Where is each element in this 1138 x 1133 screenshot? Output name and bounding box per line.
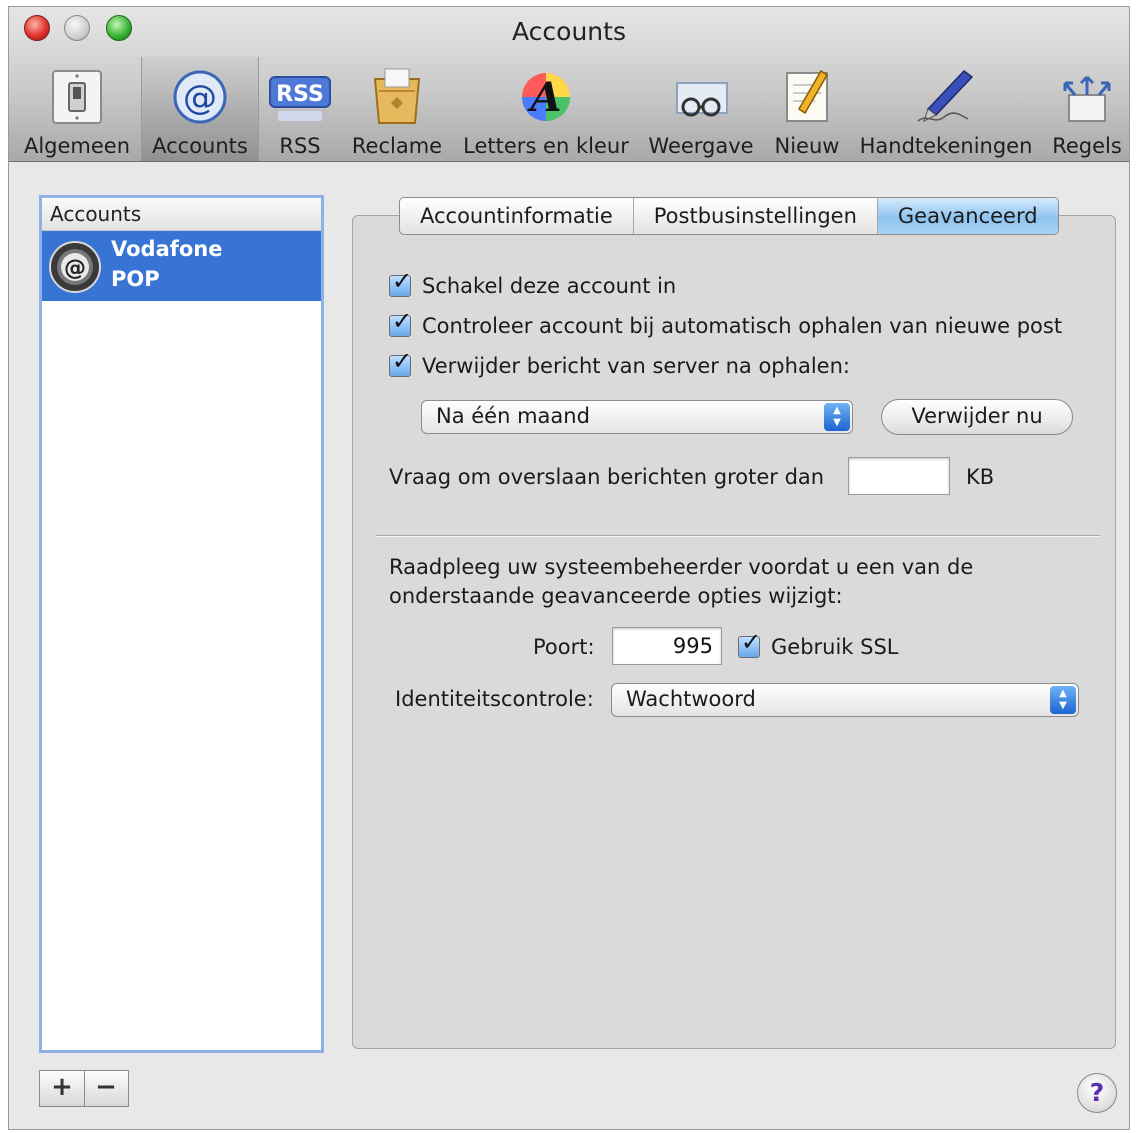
fonts-colors-icon-text: A <box>526 74 561 121</box>
skip-large-size-field[interactable] <box>848 457 950 495</box>
delete-after-select[interactable]: Na één maand ▲ ▼ <box>421 400 853 434</box>
accounts-list[interactable]: Accounts @ Vodafone POP <box>39 195 324 1053</box>
fonts-colors-icon: A <box>522 73 570 121</box>
up-down-arrows-icon: ▲ ▼ <box>1050 686 1076 714</box>
toolbar-label: Algemeen <box>23 134 131 158</box>
admin-note-line1: Raadpleeg uw systeembeheerder voordat u … <box>389 555 974 579</box>
enable-account-checkbox[interactable] <box>389 267 412 297</box>
junk-mail-icon <box>373 68 421 124</box>
delete-after-value: Na één maand <box>436 404 590 428</box>
tab-bar: Accountinformatie Postbusinstellingen Ge… <box>399 197 1059 235</box>
composing-icon <box>786 69 829 122</box>
auto-check-label: Controleer account bij automatisch ophal… <box>422 314 1063 338</box>
enable-account-option[interactable]: Schakel deze account in <box>389 267 677 301</box>
toolbar-item-regels[interactable]: Regels <box>1045 57 1129 161</box>
delete-from-server-option[interactable]: Verwijder bericht van server na ophalen: <box>389 347 850 381</box>
admin-note-line2: onderstaande geavanceerde opties wijzigt… <box>389 584 843 608</box>
toolbar-label: Nieuw <box>774 134 840 158</box>
delete-from-server-label: Verwijder bericht van server na ophalen: <box>422 354 850 378</box>
toolbar-label: RSS <box>279 134 321 158</box>
viewing-glasses-icon <box>676 82 728 117</box>
account-name: Vodafone <box>111 237 223 261</box>
toolbar-item-rss[interactable]: RSS RSS <box>259 57 341 161</box>
use-ssl-option[interactable]: Gebruik SSL <box>738 628 899 662</box>
preferences-window: Accounts Algemeen @ Accounts RSS RSS Rec… <box>8 6 1130 1130</box>
toolbar-label: Regels <box>1052 134 1122 158</box>
toolbar-label: Letters en kleur <box>463 134 629 158</box>
port-label: Poort: <box>533 635 595 659</box>
delete-now-button[interactable]: Verwijder nu <box>881 399 1073 435</box>
enable-account-label: Schakel deze account in <box>422 274 677 298</box>
rss-icon: RSS <box>269 76 331 121</box>
toolbar-item-weergave[interactable]: Weergave <box>645 57 757 161</box>
at-globe-icon: @ <box>49 241 101 293</box>
skip-large-label: Vraag om overslaan berichten groter dan <box>389 465 825 489</box>
toolbar: Accounts Algemeen @ Accounts RSS RSS Rec… <box>9 7 1129 162</box>
rules-icon <box>1063 75 1111 122</box>
at-sign-icon: @ <box>173 70 227 124</box>
tab-geavanceerd[interactable]: Geavanceerd <box>877 198 1058 234</box>
toolbar-label: Weergave <box>648 134 754 158</box>
account-type: POP <box>111 267 160 291</box>
tab-postbusinstellingen[interactable]: Postbusinstellingen <box>634 198 878 234</box>
authentication-select[interactable]: Wachtwoord ▲ ▼ <box>611 683 1079 717</box>
toolbar-label: Reclame <box>351 134 443 158</box>
auto-check-checkbox[interactable] <box>389 307 412 337</box>
auto-check-option[interactable]: Controleer account bij automatisch ophal… <box>389 307 1063 341</box>
accounts-list-header: Accounts <box>42 198 321 231</box>
account-buttons: + − <box>39 1070 129 1107</box>
add-account-button[interactable]: + <box>40 1071 85 1106</box>
help-button[interactable]: ? <box>1077 1073 1117 1113</box>
toolbar-item-algemeen[interactable]: Algemeen <box>15 57 139 161</box>
light-switch-icon <box>52 70 102 124</box>
toolbar-item-accounts[interactable]: @ Accounts <box>141 57 259 161</box>
window-title: Accounts <box>512 17 626 46</box>
toolbar-item-reclame[interactable]: Reclame <box>345 57 449 161</box>
skip-large-unit: KB <box>966 465 995 489</box>
delete-from-server-checkbox[interactable] <box>389 347 412 377</box>
toolbar-label: Handtekeningen <box>859 134 1033 158</box>
svg-text:@: @ <box>183 78 217 118</box>
authentication-label: Identiteitscontrole: <box>395 687 594 711</box>
rss-icon-text: RSS <box>276 82 324 107</box>
remove-account-button[interactable]: − <box>84 1071 128 1106</box>
use-ssl-label: Gebruik SSL <box>771 635 899 659</box>
toolbar-item-letters-en-kleur[interactable]: A Letters en kleur <box>457 57 635 161</box>
divider <box>376 535 1100 537</box>
account-row-vodafone[interactable]: @ Vodafone POP <box>42 231 321 301</box>
at-globe-icon-text: @ <box>64 256 86 281</box>
toolbar-item-nieuw[interactable]: Nieuw <box>765 57 849 161</box>
tab-accountinformatie[interactable]: Accountinformatie <box>400 198 634 234</box>
toolbar-item-handtekeningen[interactable]: Handtekeningen <box>855 57 1037 161</box>
toolbar-label: Accounts <box>152 134 248 158</box>
use-ssl-checkbox[interactable] <box>738 628 761 658</box>
signature-pen-icon <box>917 69 974 122</box>
up-down-arrows-icon: ▲ ▼ <box>824 403 850 431</box>
port-field[interactable]: 995 <box>612 627 722 665</box>
authentication-value: Wachtwoord <box>626 687 756 711</box>
